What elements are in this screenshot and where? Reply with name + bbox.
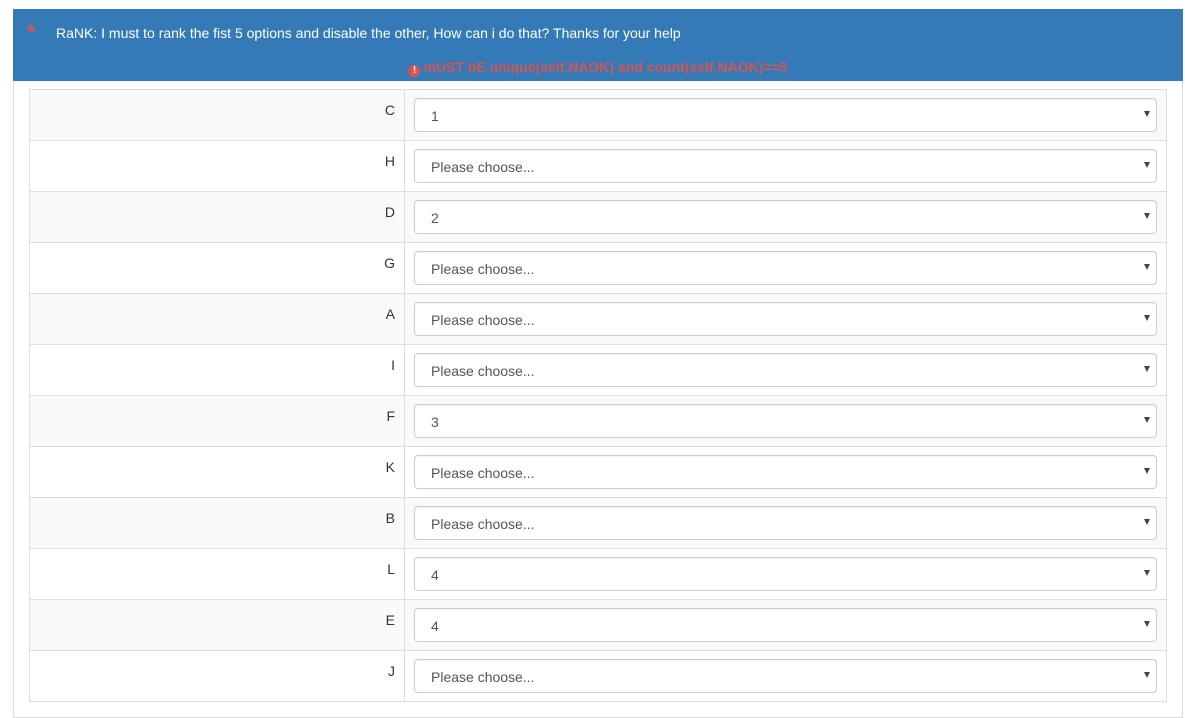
- rank-select[interactable]: 3: [414, 404, 1157, 438]
- row-label: D: [384, 204, 395, 220]
- rank-select[interactable]: Please choose...: [414, 659, 1157, 693]
- select-value: Please choose...: [431, 465, 535, 481]
- table-row: A Please choose...: [30, 294, 1166, 345]
- table-row: J Please choose...: [30, 651, 1166, 702]
- caret-down-icon: [1144, 366, 1150, 372]
- row-label: B: [385, 510, 395, 526]
- rank-select[interactable]: Please choose...: [414, 149, 1157, 183]
- row-label: I: [391, 357, 395, 373]
- rank-select[interactable]: 1: [414, 98, 1157, 132]
- caret-down-icon: [1144, 264, 1150, 270]
- table-row: B Please choose...: [30, 498, 1166, 549]
- rank-select[interactable]: Please choose...: [414, 506, 1157, 540]
- row-label: K: [385, 459, 395, 475]
- required-asterisk-icon: *: [27, 20, 36, 45]
- row-label: L: [387, 561, 395, 577]
- row-label: G: [384, 255, 395, 271]
- rank-select[interactable]: 2: [414, 200, 1157, 234]
- table-row: D 2: [30, 192, 1166, 243]
- table-row: F 3: [30, 396, 1166, 447]
- table-row: L 4: [30, 549, 1166, 600]
- caret-down-icon: [1144, 162, 1150, 168]
- exclamation-circle-icon: !: [408, 65, 421, 77]
- select-value: Please choose...: [431, 669, 535, 685]
- table-row: H Please choose...: [30, 141, 1166, 192]
- table-row: K Please choose...: [30, 447, 1166, 498]
- caret-down-icon: [1144, 519, 1150, 525]
- rank-select[interactable]: 4: [414, 557, 1157, 591]
- caret-down-icon: [1144, 213, 1150, 219]
- table-row: E 4: [30, 600, 1166, 651]
- survey-page: * RaNK: I must to rank the fist 5 option…: [0, 0, 1185, 718]
- select-value: 4: [431, 567, 439, 583]
- rank-select[interactable]: Please choose...: [414, 251, 1157, 285]
- row-label: A: [385, 306, 395, 322]
- rank-select[interactable]: Please choose...: [414, 455, 1157, 489]
- rank-select[interactable]: Please choose...: [414, 302, 1157, 336]
- select-value: Please choose...: [431, 261, 535, 277]
- select-value: 4: [431, 618, 439, 634]
- row-label: C: [384, 102, 395, 118]
- table-row: G Please choose...: [30, 243, 1166, 294]
- select-value: Please choose...: [431, 516, 535, 532]
- row-label: F: [386, 408, 395, 424]
- table-row: C 1: [30, 90, 1166, 141]
- rank-select[interactable]: 4: [414, 608, 1157, 642]
- caret-down-icon: [1144, 672, 1150, 678]
- select-value: Please choose...: [431, 312, 535, 328]
- rank-select[interactable]: Please choose...: [414, 353, 1157, 387]
- caret-down-icon: [1144, 570, 1150, 576]
- validation-message: ! mUST bE unique(self.NAOK) and count(sel…: [13, 59, 1183, 77]
- caret-down-icon: [1144, 315, 1150, 321]
- caret-down-icon: [1144, 111, 1150, 117]
- caret-down-icon: [1144, 468, 1150, 474]
- ranking-table: C 1 H Please choose... D 2 G Please choo…: [29, 89, 1167, 702]
- select-value: 3: [431, 414, 439, 430]
- table-row: I Please choose...: [30, 345, 1166, 396]
- select-value: 1: [431, 108, 439, 124]
- select-value: Please choose...: [431, 159, 535, 175]
- caret-down-icon: [1144, 621, 1150, 627]
- question-text: RaNK: I must to rank the fist 5 options …: [56, 25, 681, 41]
- validation-text: mUST bE unique(self.NAOK) and count(self…: [423, 59, 788, 75]
- select-value: 2: [431, 210, 439, 226]
- row-label: J: [388, 663, 395, 679]
- select-value: Please choose...: [431, 363, 535, 379]
- row-label: H: [384, 153, 395, 169]
- question-header: * RaNK: I must to rank the fist 5 option…: [13, 9, 1183, 81]
- row-label: E: [385, 612, 395, 628]
- caret-down-icon: [1144, 417, 1150, 423]
